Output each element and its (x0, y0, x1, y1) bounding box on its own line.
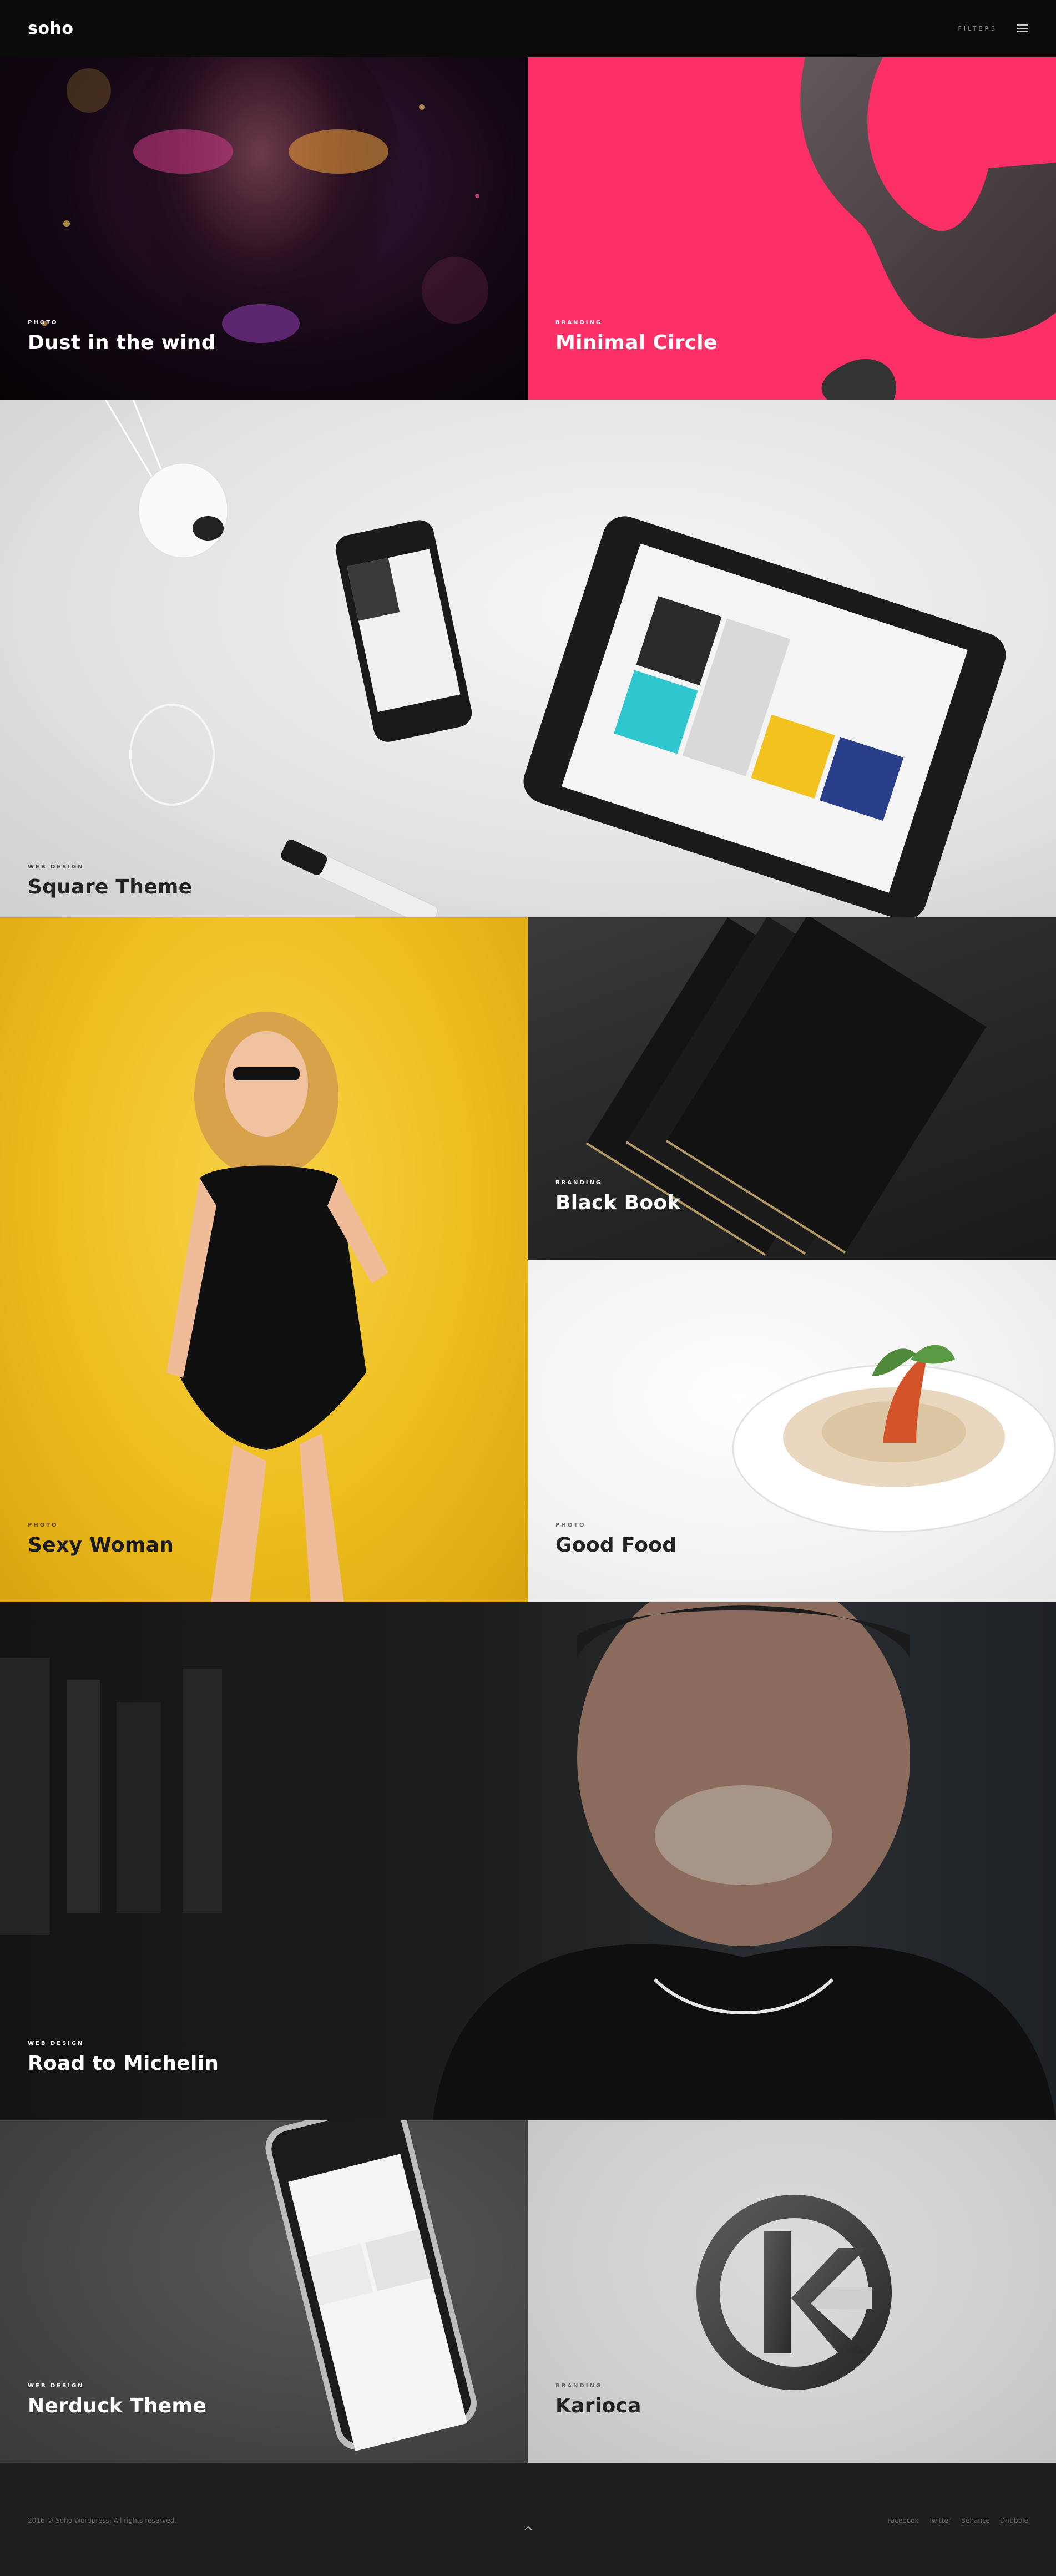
portfolio-tile-nerduck-theme[interactable]: WEB DESIGN Nerduck Theme (0, 2120, 528, 2463)
tile-title: Black Book (555, 1191, 681, 1214)
header-nav: FILTERS (958, 24, 1028, 33)
social-link-twitter[interactable]: Twitter (929, 2517, 951, 2524)
portfolio-tile-road-to-michelin[interactable]: WEB DESIGN Road to Michelin (0, 1602, 1056, 2120)
tile-caption: PHOTO Dust in the wind (28, 320, 216, 354)
portfolio-tile-good-food[interactable]: PHOTO Good Food (528, 1260, 1056, 1602)
tile-category: WEB DESIGN (28, 864, 84, 870)
chevron-up-icon[interactable] (523, 2523, 534, 2534)
tile-title: Road to Michelin (28, 2052, 219, 2075)
tile-caption: WEB DESIGN Square Theme (28, 864, 192, 898)
copyright-text: 2016 © Soho Wordpress. All rights reserv… (28, 2517, 177, 2524)
tile-title: Dust in the wind (28, 331, 216, 354)
portfolio-tile-minimal-circle[interactable]: BRANDING Minimal Circle (528, 57, 1056, 400)
social-links: Facebook Twitter Behance Dribbble (887, 2517, 1028, 2524)
tile-title: Sexy Woman (28, 1534, 174, 1557)
tile-caption: WEB DESIGN Nerduck Theme (28, 2383, 206, 2417)
tile-category: BRANDING (555, 320, 603, 326)
site-footer: 2016 © Soho Wordpress. All rights reserv… (0, 2463, 1056, 2576)
site-logo[interactable]: soho (28, 19, 73, 38)
tile-caption: BRANDING Black Book (555, 1180, 681, 1214)
hamburger-icon[interactable] (1017, 24, 1028, 33)
social-link-facebook[interactable]: Facebook (887, 2517, 918, 2524)
tile-category: PHOTO (28, 320, 58, 326)
tile-category: WEB DESIGN (28, 2383, 84, 2389)
tile-category: WEB DESIGN (28, 2040, 84, 2047)
portfolio-tile-black-book[interactable]: BRANDING Black Book (528, 917, 1056, 1260)
tile-title: Good Food (555, 1534, 677, 1557)
social-link-dribbble[interactable]: Dribbble (1000, 2517, 1028, 2524)
tile-title: Karioca (555, 2395, 641, 2417)
tile-caption: WEB DESIGN Road to Michelin (28, 2040, 219, 2075)
tile-title: Square Theme (28, 876, 193, 898)
tile-image (104, 400, 1006, 917)
tile-category: BRANDING (555, 2383, 603, 2389)
tile-caption: BRANDING Minimal Circle (555, 320, 718, 354)
tile-category: PHOTO (28, 1522, 58, 1528)
filters-link[interactable]: FILTERS (958, 25, 997, 32)
site-header: soho FILTERS (0, 0, 1056, 57)
tile-image (166, 1012, 388, 1602)
tile-category: PHOTO (555, 1522, 586, 1528)
portfolio-tile-karioca[interactable]: BRANDING Karioca (528, 2120, 1056, 2463)
tile-category: BRANDING (555, 1180, 603, 1186)
portfolio-tile-sexy-woman[interactable]: PHOTO Sexy Woman (0, 917, 528, 1602)
tile-caption: BRANDING Karioca (555, 2383, 641, 2417)
social-link-behance[interactable]: Behance (961, 2517, 990, 2524)
tile-caption: PHOTO Sexy Woman (28, 1522, 174, 1557)
portfolio-tile-square-theme[interactable]: WEB DESIGN Square Theme (0, 400, 1056, 917)
tile-title: Minimal Circle (555, 331, 718, 354)
portfolio-tile-dust-in-the-wind[interactable]: PHOTO Dust in the wind (0, 57, 528, 400)
tile-caption: PHOTO Good Food (555, 1522, 676, 1557)
tile-title: Nerduck Theme (28, 2395, 206, 2417)
